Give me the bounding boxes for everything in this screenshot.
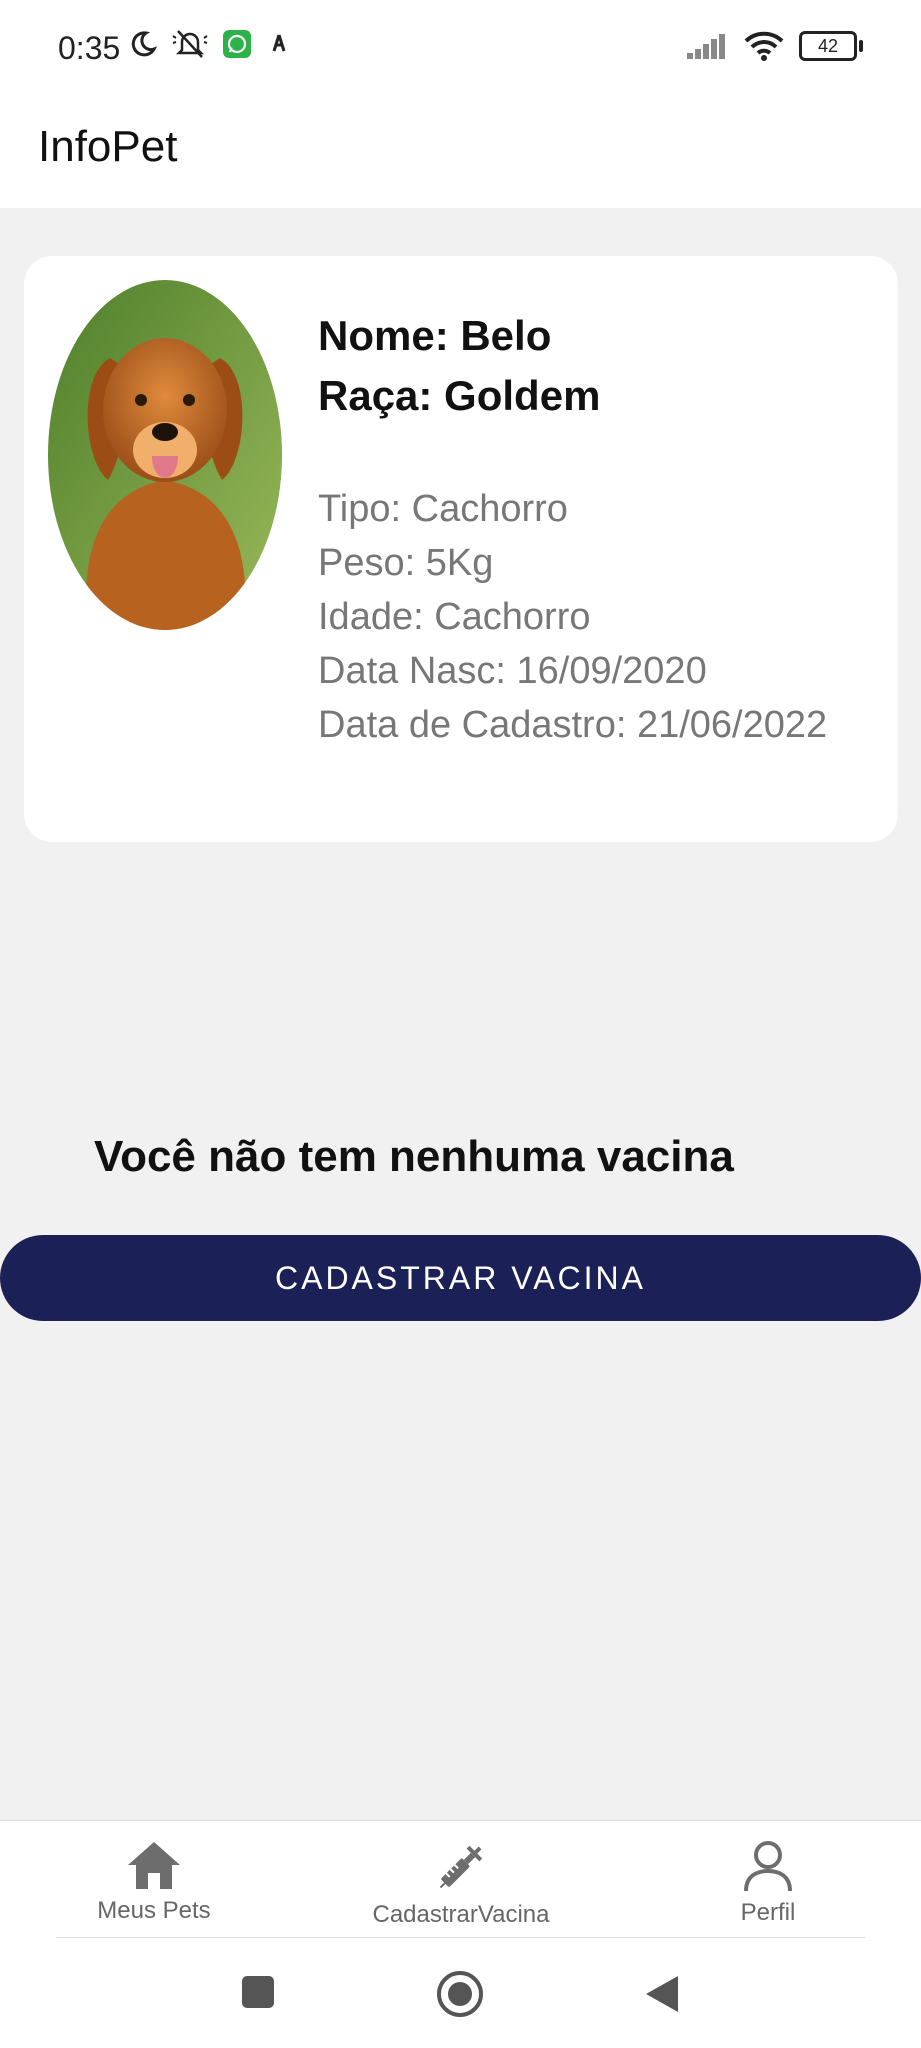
- status-time: 0:35: [58, 30, 121, 66]
- status-icons-right: 42: [685, 30, 863, 62]
- nav-item-meus-pets[interactable]: Meus Pets: [44, 1821, 264, 1925]
- wifi-icon: [744, 31, 784, 61]
- bell-off-icon: [172, 30, 208, 58]
- nav-label-perfil: Perfil: [740, 1899, 796, 1926]
- pet-details: Tipo: Cachorro Peso: 5Kg Idade: Cachorro…: [318, 482, 827, 752]
- pet-age: Idade: Cachorro: [318, 596, 591, 638]
- pet-photo: [48, 280, 282, 630]
- whatsapp-icon: [223, 30, 251, 58]
- app-bar: InfoPet: [0, 100, 921, 208]
- add-vaccine-button[interactable]: CADASTRAR VACINA: [0, 1235, 921, 1321]
- pet-weight: Peso: 5Kg: [318, 542, 494, 584]
- status-bar: 0:35 42: [0, 0, 921, 100]
- pet-name: Nome: Belo: [318, 312, 552, 359]
- pet-breed: Raça: Goldem: [318, 372, 601, 419]
- nav-item-perfil[interactable]: Perfil: [658, 1821, 878, 1927]
- system-nav: [0, 1938, 921, 2048]
- pet-card: Nome: Belo Raça: Goldem Tipo: Cachorro P…: [24, 256, 898, 842]
- pet-info: Nome: Belo Raça: Goldem Tipo: Cachorro P…: [318, 306, 827, 752]
- syringe-icon: [439, 1845, 483, 1889]
- nav-label-meus-pets: Meus Pets: [97, 1897, 211, 1924]
- bottom-nav: Meus Pets CadastrarVacina Perfil: [0, 1820, 921, 1939]
- home-icon: [128, 1842, 180, 1889]
- pet-type: Tipo: Cachorro: [318, 488, 568, 530]
- signal-icon: [687, 34, 725, 59]
- notification-icon: [272, 34, 286, 52]
- pet-register-date: Data de Cadastro: 21/06/2022: [318, 704, 828, 746]
- moon-icon: [131, 31, 158, 57]
- status-icons-left: [128, 28, 292, 60]
- nav-label-cadastrar-vacina: CadastrarVacina: [372, 1901, 550, 1928]
- battery-icon: 42: [799, 31, 863, 61]
- person-icon: [744, 1841, 792, 1892]
- recents-icon[interactable]: [240, 1974, 276, 2010]
- pet-birth-date: Data Nasc: 16/09/2020: [318, 650, 707, 692]
- home-circle-icon[interactable]: [436, 1970, 484, 2018]
- empty-vaccines-message: Você não tem nenhuma vacina: [94, 1132, 734, 1181]
- nav-item-cadastrar-vacina[interactable]: CadastrarVacina: [351, 1821, 571, 1929]
- app-title: InfoPet: [38, 122, 178, 171]
- back-icon[interactable]: [644, 1974, 680, 2014]
